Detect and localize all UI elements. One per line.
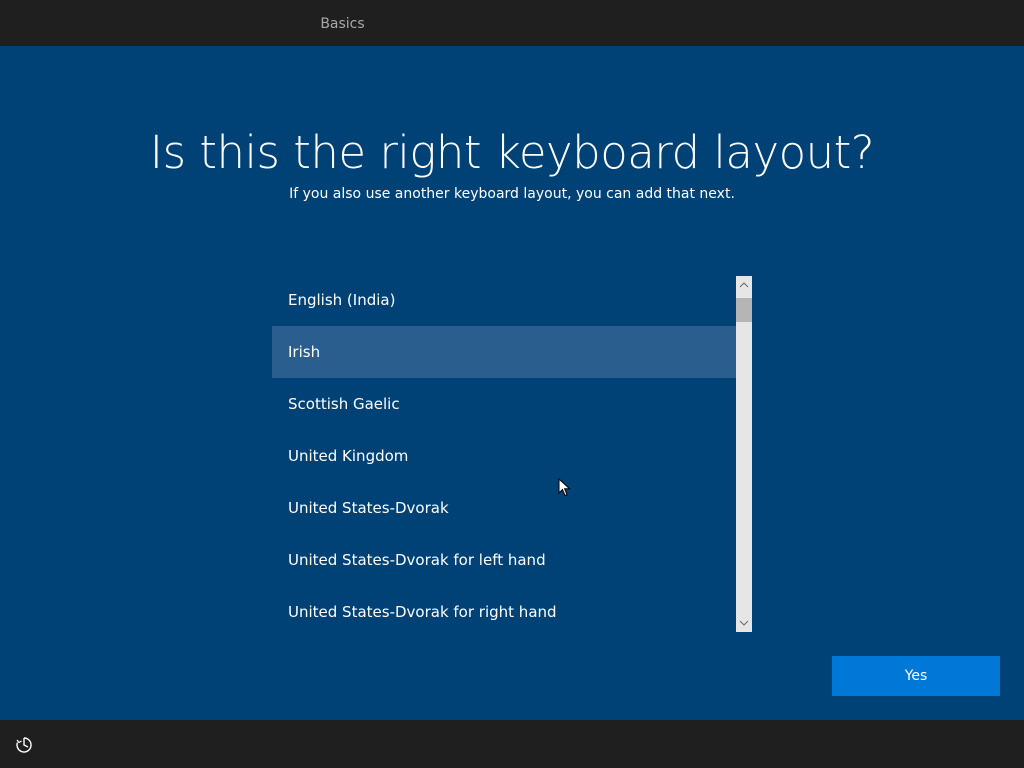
- scroll-thumb[interactable]: [736, 298, 752, 322]
- accessibility-icon[interactable]: [14, 735, 34, 755]
- scroll-up-icon[interactable]: [736, 276, 752, 294]
- list-scrollbar[interactable]: [736, 276, 752, 632]
- scroll-down-icon[interactable]: [736, 614, 752, 632]
- tab-basics-label: Basics: [320, 16, 365, 32]
- top-bar: Basics: [0, 0, 1024, 48]
- list-item[interactable]: United States-Dvorak for right hand: [272, 586, 736, 631]
- list-item[interactable]: United Kingdom: [272, 430, 736, 482]
- keyboard-layout-list[interactable]: English (India) Irish Scottish Gaelic Un…: [272, 274, 752, 631]
- bottom-bar: [0, 720, 1024, 768]
- page-subtitle: If you also use another keyboard layout,…: [289, 186, 735, 202]
- mouse-cursor-icon: [558, 477, 572, 498]
- yes-button[interactable]: Yes: [832, 656, 1000, 696]
- tab-basics[interactable]: Basics: [245, 0, 440, 48]
- page-title: Is this the right keyboard layout?: [149, 126, 875, 179]
- list-item[interactable]: English (India): [272, 274, 736, 326]
- list-item[interactable]: Scottish Gaelic: [272, 378, 736, 430]
- main-panel: Is this the right keyboard layout? If yo…: [0, 46, 1024, 720]
- list-item[interactable]: United States-Dvorak for left hand: [272, 534, 736, 586]
- list-item-selected[interactable]: Irish: [272, 326, 736, 378]
- list-item[interactable]: United States-Dvorak: [272, 482, 736, 534]
